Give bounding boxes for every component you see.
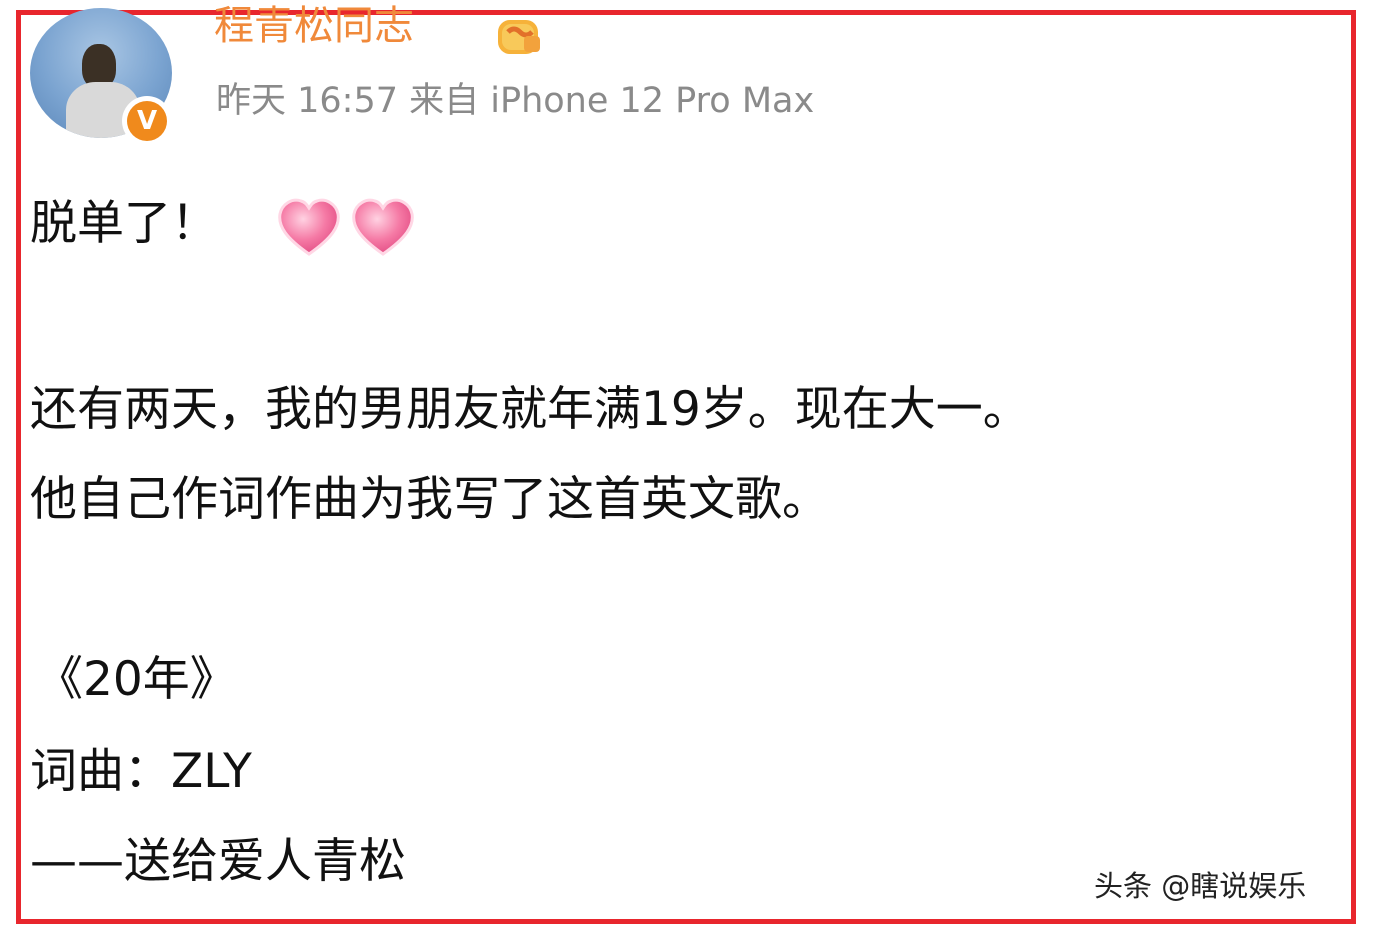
pink-heart-icon	[278, 198, 340, 256]
song-credit: 词曲：ZLY	[30, 744, 252, 799]
post-line-1: 脱单了！	[30, 196, 218, 251]
verified-badge-label: V	[127, 101, 167, 141]
post-line-2: 还有两天，我的男朋友就年满19岁。现在大一。	[30, 382, 1030, 437]
watermark: 头条 @瞎说娱乐	[1094, 869, 1307, 903]
post-meta: 昨天 16:57 来自 iPhone 12 Pro Max	[216, 81, 815, 121]
song-title: 《20年》	[36, 652, 237, 707]
song-dedication: ——送给爱人青松	[30, 834, 406, 889]
vip-level-icon	[498, 20, 540, 54]
post-line-3: 他自己作词作曲为我写了这首英文歌。	[30, 472, 829, 527]
verified-badge-icon: V	[122, 96, 172, 146]
pink-heart-icon	[352, 198, 414, 256]
author-name[interactable]: 程青松同志	[214, 6, 414, 46]
